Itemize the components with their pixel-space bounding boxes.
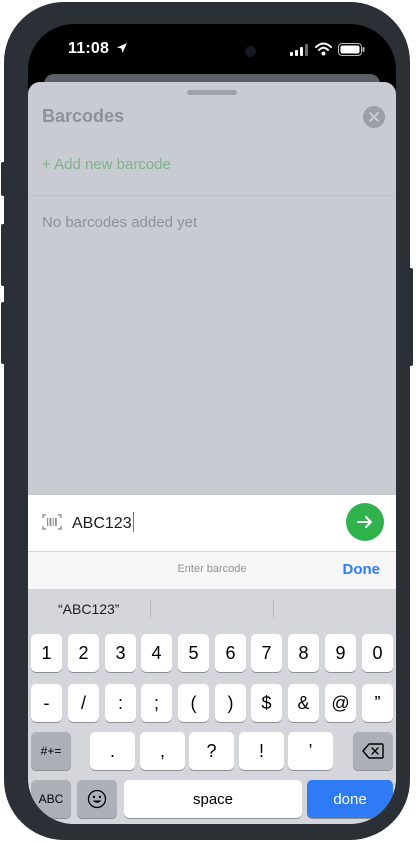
battery-icon <box>338 43 365 56</box>
status-bar: 11:08 <box>28 24 396 78</box>
add-new-barcode-button[interactable]: + Add new barcode <box>42 156 171 173</box>
key-exclamation[interactable]: ! <box>239 732 284 770</box>
suggestion-bar: “ABC123” <box>28 589 396 629</box>
suggestion-item[interactable]: “ABC123” <box>58 601 119 617</box>
key-open-paren[interactable]: ( <box>178 684 209 722</box>
cellular-signal-icon <box>290 44 308 56</box>
screen: 11:08 Barcodes + Add new barcode No barc… <box>28 24 396 824</box>
location-arrow-icon <box>117 43 127 53</box>
key-slash[interactable]: / <box>68 684 99 722</box>
key-1[interactable]: 1 <box>31 634 62 672</box>
suggestion-divider <box>150 599 151 619</box>
key-apostrophe[interactable]: ’ <box>288 732 333 770</box>
status-time: 11:08 <box>68 40 110 57</box>
key-done[interactable]: done <box>307 780 393 818</box>
key-2[interactable]: 2 <box>68 634 99 672</box>
sheet-grabber[interactable] <box>187 90 237 95</box>
suggestion-divider <box>273 599 274 619</box>
key-3[interactable]: 3 <box>105 634 136 672</box>
done-button[interactable]: Done <box>343 561 381 578</box>
barcode-scan-icon[interactable] <box>42 514 62 530</box>
barcode-input-bar: ABC123 <box>28 495 396 551</box>
wifi-icon <box>315 42 332 56</box>
arrow-right-icon <box>357 516 372 528</box>
key-8[interactable]: 8 <box>288 634 319 672</box>
mute-switch <box>1 162 5 196</box>
submit-barcode-button[interactable] <box>346 503 384 541</box>
keyboard: “ABC123” 1 2 3 4 5 6 7 8 9 0 - / : ; ()… <box>28 589 396 824</box>
key-at[interactable]: @ <box>325 684 356 722</box>
key-close-paren[interactable]: ) <box>215 684 246 722</box>
key-semicolon[interactable]: ; <box>141 684 172 722</box>
volume-down-button <box>1 302 5 364</box>
key-dollar[interactable]: $ <box>251 684 282 722</box>
key-abc[interactable]: ABC <box>31 780 71 818</box>
key-4[interactable]: 4 <box>141 634 172 672</box>
key-question[interactable]: ? <box>189 732 234 770</box>
key-6[interactable]: 6 <box>215 634 246 672</box>
empty-state-text: No barcodes added yet <box>42 214 198 231</box>
key-period[interactable]: . <box>90 732 135 770</box>
key-ampersand[interactable]: & <box>288 684 319 722</box>
power-button <box>409 268 413 366</box>
key-emoji[interactable] <box>77 780 117 818</box>
emoji-icon <box>87 789 107 809</box>
key-7[interactable]: 7 <box>251 634 282 672</box>
key-0[interactable]: 0 <box>362 634 393 672</box>
sheet-title: Barcodes <box>42 106 125 126</box>
key-backspace[interactable] <box>353 732 393 770</box>
key-space[interactable]: space <box>124 780 302 818</box>
key-symbols[interactable]: #+= <box>31 732 71 770</box>
barcode-input-value: ABC123 <box>72 515 132 532</box>
barcodes-sheet: Barcodes + Add new barcode No barcodes a… <box>28 82 396 824</box>
key-quote[interactable]: ” <box>362 684 393 722</box>
text-caret <box>132 512 135 532</box>
close-button[interactable] <box>363 106 385 128</box>
dynamic-island <box>154 35 270 69</box>
key-9[interactable]: 9 <box>325 634 356 672</box>
key-comma[interactable]: , <box>140 732 185 770</box>
key-5[interactable]: 5 <box>178 634 209 672</box>
accessory-hint: Enter barcode <box>177 563 247 575</box>
keyboard-accessory-bar: Enter barcode Done <box>28 551 396 589</box>
key-colon[interactable]: : <box>105 684 136 722</box>
backspace-icon <box>362 743 384 759</box>
add-barcode-row[interactable]: + Add new barcode <box>28 140 396 196</box>
key-hyphen[interactable]: - <box>31 684 62 722</box>
barcode-input[interactable]: ABC123 <box>72 512 135 533</box>
close-icon <box>369 112 379 122</box>
volume-up-button <box>1 224 5 286</box>
phone-frame: 11:08 Barcodes + Add new barcode No barc… <box>1 2 413 840</box>
